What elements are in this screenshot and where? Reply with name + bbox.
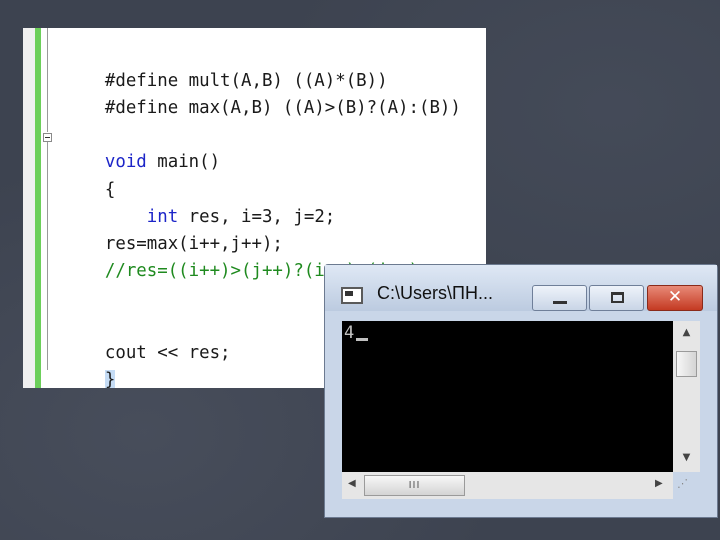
maximize-button[interactable] [589, 285, 644, 311]
console-output-area[interactable]: 4 [342, 321, 673, 472]
horizontal-scrollbar[interactable]: ◀ III ▶ [342, 472, 673, 499]
minimize-icon [553, 301, 567, 304]
horizontal-scroll-thumb[interactable]: III [364, 475, 465, 496]
console-window[interactable]: C:\Users\ПН... ✕ 4 ▲ ▼ ◀ III ▶ ⋰ [324, 264, 718, 518]
code-line-close-brace[interactable]: } [63, 341, 116, 388]
collapse-icon[interactable] [43, 133, 52, 142]
vertical-scrollbar[interactable]: ▲ ▼ [673, 321, 700, 472]
fold-guide-line [47, 142, 48, 370]
scroll-up-icon[interactable]: ▲ [673, 327, 700, 338]
change-indicator-bar [35, 28, 41, 388]
scroll-right-icon[interactable]: ▶ [655, 478, 663, 489]
minimize-button[interactable] [532, 285, 587, 311]
editor-margin [23, 28, 35, 388]
close-button[interactable]: ✕ [647, 285, 703, 311]
scroll-down-icon[interactable]: ▼ [673, 452, 700, 463]
fold-guide-line [47, 28, 48, 132]
maximize-icon [611, 292, 624, 303]
console-titlebar[interactable]: C:\Users\ПН... ✕ [325, 265, 717, 311]
text-cursor [356, 338, 368, 341]
resize-grip-icon[interactable]: ⋰ [677, 477, 695, 495]
console-title: C:\Users\ПН... [377, 283, 493, 303]
console-app-icon[interactable] [341, 287, 363, 304]
scroll-left-icon[interactable]: ◀ [348, 478, 356, 489]
vertical-scroll-thumb[interactable] [676, 351, 697, 377]
console-output-text: 4 [344, 323, 355, 343]
close-icon: ✕ [667, 287, 683, 307]
